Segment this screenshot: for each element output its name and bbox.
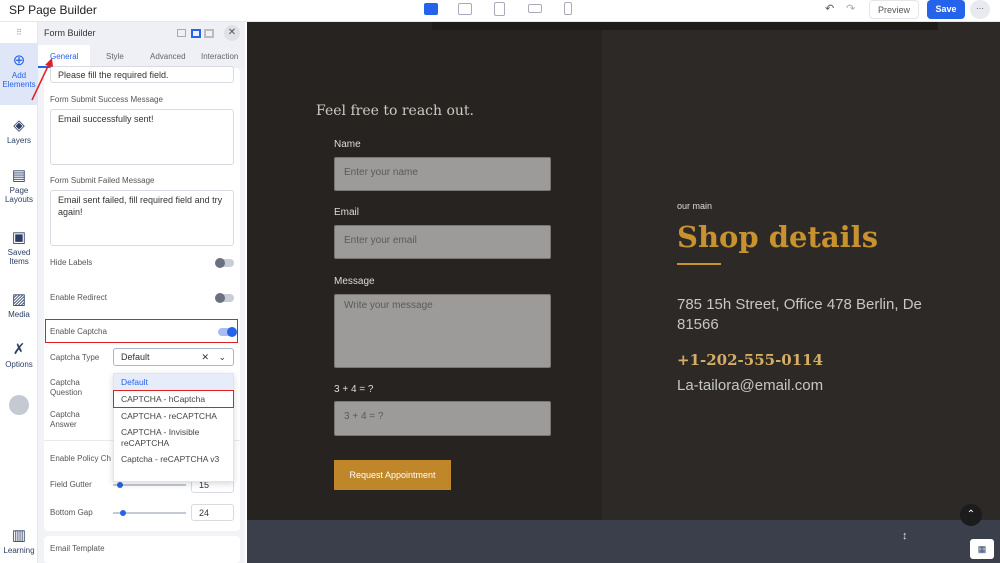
dock-right-icon[interactable] bbox=[204, 29, 214, 38]
failed-message-textarea[interactable]: Email sent failed, fill required field a… bbox=[50, 190, 234, 246]
rail-options[interactable]: ✗ Options bbox=[0, 340, 38, 369]
hide-labels-label: Hide Labels bbox=[50, 258, 93, 267]
option-recaptcha[interactable]: CAPTCHA - reCAPTCHA bbox=[114, 408, 233, 424]
captcha-input[interactable]: 3 + 4 = ? bbox=[334, 401, 551, 436]
message-label: Message bbox=[334, 276, 375, 287]
next-section bbox=[247, 520, 1000, 563]
message-textarea[interactable]: Write your message bbox=[334, 294, 551, 368]
enable-captcha-label: Enable Captcha bbox=[50, 327, 107, 336]
rail-media[interactable]: ▨ Media bbox=[0, 290, 38, 319]
tablet-portrait-icon[interactable] bbox=[494, 2, 505, 16]
captcha-type-dropdown: Default CAPTCHA - hCaptcha CAPTCHA - reC… bbox=[113, 373, 234, 482]
top-bar: SP Page Builder ↶ ↷ Preview Save ··· bbox=[0, 0, 1000, 22]
tab-style[interactable]: Style bbox=[106, 52, 124, 61]
option-invisible-recaptcha[interactable]: CAPTCHA - Invisible reCAPTCHA bbox=[114, 424, 233, 451]
shop-phone: +1-202-555-0114 bbox=[677, 351, 824, 369]
box-icon: ▣ bbox=[11, 229, 27, 246]
email-label: Email bbox=[334, 207, 360, 218]
layout-icon: ▤ bbox=[11, 167, 27, 184]
book-icon: ▥ bbox=[11, 527, 27, 544]
required-message-input[interactable]: Please fill the required field. bbox=[50, 66, 234, 83]
title-underline bbox=[677, 263, 721, 265]
panel-title: Form Builder bbox=[44, 28, 96, 38]
success-message-textarea[interactable]: Email successfully sent! bbox=[50, 109, 234, 165]
rail-saved-items[interactable]: ▣ Saved Items bbox=[0, 228, 38, 266]
tab-interaction[interactable]: Interaction bbox=[201, 52, 238, 61]
undo-icon[interactable]: ↶ bbox=[825, 2, 834, 15]
captcha-type-select[interactable]: Default ✕ ⌄ bbox=[113, 348, 234, 366]
slider-thumb[interactable] bbox=[116, 482, 123, 488]
layers-icon: ◈ bbox=[13, 117, 25, 134]
success-label: Form Submit Success Message bbox=[50, 95, 163, 104]
email-input[interactable]: Enter your email bbox=[334, 225, 551, 259]
option-hcaptcha[interactable]: CAPTCHA - hCaptcha bbox=[113, 390, 234, 408]
close-icon[interactable]: ✕ bbox=[224, 25, 240, 41]
bottom-gap-label: Bottom Gap bbox=[50, 508, 93, 517]
image-icon: ▨ bbox=[11, 291, 27, 308]
policy-checkbox-label: Enable Policy Ch bbox=[50, 454, 111, 463]
shop-address: 785 15h Street, Office 478 Berlin, De 81… bbox=[677, 296, 922, 333]
scroll-top-button[interactable]: ⌃ bbox=[960, 504, 982, 526]
enable-redirect-toggle[interactable] bbox=[215, 293, 234, 303]
preview-button[interactable]: Preview bbox=[869, 0, 919, 19]
failed-label: Form Submit Failed Message bbox=[50, 176, 155, 185]
request-appointment-button[interactable]: Request Appointment bbox=[334, 460, 451, 490]
avatar[interactable] bbox=[9, 395, 29, 415]
desktop-view-icon[interactable] bbox=[424, 3, 438, 15]
rail-page-layouts[interactable]: ▤ Page Layouts bbox=[0, 166, 38, 204]
clear-icon[interactable]: ✕ bbox=[201, 352, 209, 363]
annotation-arrow bbox=[31, 58, 53, 101]
save-button[interactable]: Save bbox=[927, 0, 965, 19]
shop-title: Shop details bbox=[677, 220, 879, 254]
rail-learning[interactable]: ▥ Learning bbox=[0, 526, 38, 555]
bottom-gap-input[interactable]: 24 bbox=[191, 504, 234, 521]
mobile-landscape-icon[interactable] bbox=[528, 4, 542, 13]
captcha-type-label: Captcha Type bbox=[50, 353, 100, 362]
drag-handle-icon[interactable]: ⠿ bbox=[0, 28, 38, 37]
shop-kicker: our main bbox=[677, 201, 713, 211]
name-label: Name bbox=[334, 139, 361, 150]
enable-redirect-label: Enable Redirect bbox=[50, 293, 107, 302]
tab-advanced[interactable]: Advanced bbox=[150, 52, 186, 61]
tablet-landscape-icon[interactable] bbox=[458, 3, 472, 15]
name-input[interactable]: Enter your name bbox=[334, 157, 551, 191]
hide-labels-toggle[interactable] bbox=[215, 258, 234, 268]
bottom-gap-slider[interactable] bbox=[113, 510, 186, 516]
resize-cursor-icon: ↕ bbox=[902, 530, 908, 542]
field-gutter-slider[interactable] bbox=[113, 482, 186, 488]
chevron-down-icon[interactable]: ⌄ bbox=[218, 352, 226, 363]
option-recaptcha-v3[interactable]: Captcha - reCAPTCHA v3 bbox=[114, 451, 233, 467]
dock-left-icon[interactable] bbox=[191, 29, 201, 38]
email-template-section[interactable]: Email Template bbox=[44, 536, 240, 563]
captcha-answer-label: Captcha Answer bbox=[50, 410, 80, 430]
captcha-label: 3 + 4 = ? bbox=[334, 384, 374, 395]
page-canvas bbox=[247, 22, 1000, 520]
field-gutter-label: Field Gutter bbox=[50, 480, 92, 489]
more-button[interactable]: ··· bbox=[970, 0, 990, 19]
section-menu-button[interactable]: ▦ bbox=[970, 539, 994, 559]
rail-layers[interactable]: ◈ Layers bbox=[0, 116, 38, 145]
form-heading: Feel free to reach out. bbox=[316, 103, 474, 119]
wrench-icon: ✗ bbox=[12, 341, 26, 358]
redo-icon[interactable]: ↷ bbox=[846, 2, 855, 15]
option-default[interactable]: Default bbox=[114, 374, 233, 390]
app-title: SP Page Builder bbox=[9, 3, 97, 17]
enable-captcha-toggle[interactable] bbox=[218, 327, 237, 337]
mobile-portrait-icon[interactable] bbox=[564, 2, 572, 15]
shop-email[interactable]: La-tailora@email.com bbox=[677, 377, 823, 394]
float-panel-icon[interactable] bbox=[177, 29, 186, 37]
captcha-question-label: Captcha Question bbox=[50, 378, 83, 398]
